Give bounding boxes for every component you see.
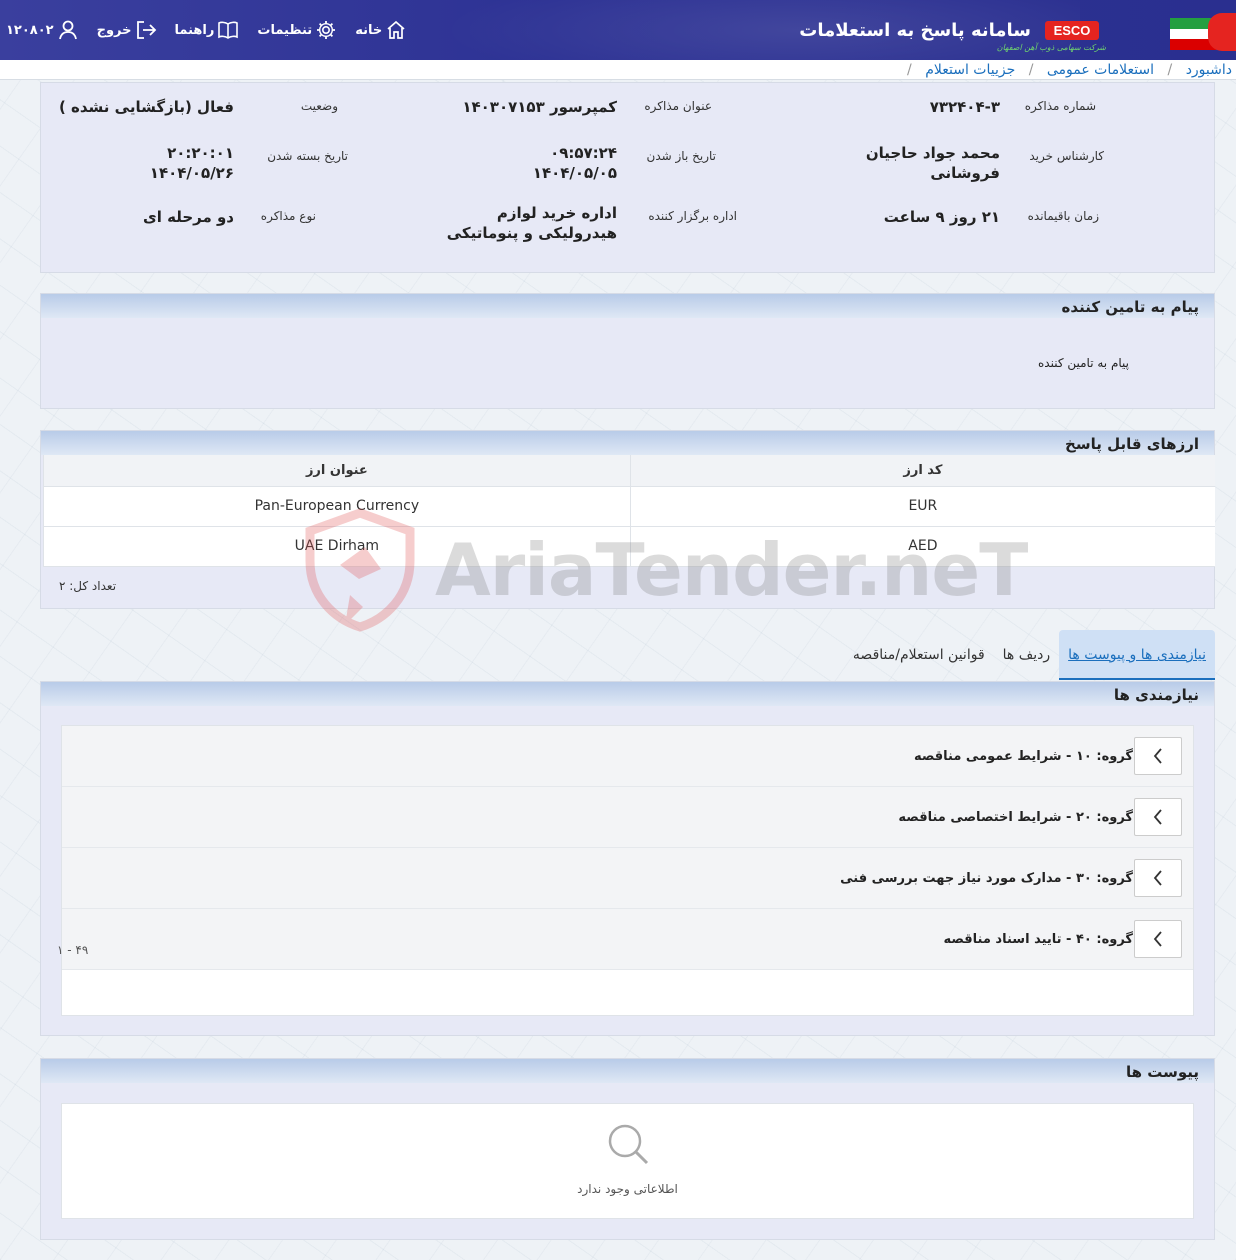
column-currency-code[interactable]: کد ارز xyxy=(629,455,1215,487)
negotiation-type-label: نوع مذاکره xyxy=(260,209,316,223)
currency-panel: ارزهای قابل پاسخ عنوان ارز کد ارز Pan-Eu… xyxy=(40,430,1215,609)
status-value: فعال (بازگشایی نشده ) xyxy=(58,98,234,116)
supplier-message-label: پیام به تامین کننده xyxy=(1038,356,1129,370)
guide-link[interactable]: راهنما xyxy=(175,20,240,40)
currency-panel-title: ارزهای قابل پاسخ xyxy=(41,431,1214,455)
currency-code-cell: EUR xyxy=(629,486,1215,527)
breadcrumb-inquiry-details[interactable]: جزییات استعلام xyxy=(925,62,1015,78)
group-title: گروه: ۱۰ - شرایط عمومی مناقصه xyxy=(913,749,1133,764)
logout-link[interactable]: خروج xyxy=(97,20,157,40)
supplier-message-title: پیام به تامین کننده xyxy=(41,294,1214,318)
breadcrumb-separator: / xyxy=(1167,62,1173,78)
organizer-value-line2: هیدرولیکی و پنوماتیکی xyxy=(446,224,617,242)
breadcrumb-dashboard[interactable]: داشبورد xyxy=(1186,62,1232,78)
open-date-date: ۱۴۰۴/۰۵/۰۵ xyxy=(532,164,617,182)
attachments-list: اطلاعاتی وجود ندارد xyxy=(61,1103,1194,1219)
column-currency-name[interactable]: عنوان ارز xyxy=(43,455,631,487)
purchase-expert-label: کارشناس خرید xyxy=(1029,149,1104,163)
status-label: وضعیت xyxy=(300,99,338,113)
remaining-time-label: زمان باقیمانده xyxy=(1027,209,1099,223)
currency-table: عنوان ارز کد ارز Pan-European Currency E… xyxy=(43,455,1215,567)
settings-label: تنظیمات xyxy=(257,22,313,38)
detail-tabs: نیازمندی ها و پیوست ها ردیف ها قوانین اس… xyxy=(844,630,1215,680)
expand-group-button[interactable] xyxy=(1134,859,1182,897)
chevron-left-icon xyxy=(1153,809,1162,825)
company-name: شرکت سهامی ذوب آهن اصفهان xyxy=(996,43,1106,52)
user-icon xyxy=(58,20,77,40)
breadcrumb-public-inquiries[interactable]: استعلامات عمومی xyxy=(1047,62,1154,78)
tab-rows[interactable]: ردیف ها xyxy=(994,630,1059,680)
search-icon xyxy=(608,1124,649,1165)
expand-group-button[interactable] xyxy=(1134,920,1182,958)
top-bar: ۱۲۰۸۰۲ خروج راهنما تنظیمات خانه سامانه پ… xyxy=(0,0,1236,60)
open-date-time: ۰۹:۵۷:۲۴ xyxy=(550,144,617,162)
supplier-message-panel: پیام به تامین کننده پیام به تامین کننده xyxy=(40,293,1215,409)
app-title: سامانه پاسخ به استعلامات xyxy=(799,20,1031,41)
group-title: گروه: ۳۰ - مدارک مورد نیاز جهت بررسی فنی xyxy=(840,871,1133,886)
group-title: گروه: ۴۰ - تایید اسناد مناقصه xyxy=(943,932,1133,947)
close-date-date: ۱۴۰۴/۰۵/۲۶ xyxy=(149,164,234,182)
group-title: گروه: ۲۰ - شرایط اختصاصی مناقصه xyxy=(898,810,1133,825)
negotiation-type-value: دو مرحله ای xyxy=(142,208,234,226)
negotiation-title-value: کمپرسور ۱۴۰۳۰۷۱۵۳ xyxy=(462,98,617,116)
table-row[interactable]: UAE Dirham AED xyxy=(43,526,1215,567)
currency-code-cell: AED xyxy=(629,526,1215,567)
home-icon xyxy=(387,20,405,39)
user-id: ۱۲۰۸۰۲ xyxy=(6,22,54,38)
breadcrumb-separator: / xyxy=(1028,62,1034,78)
close-date-time: ۲۰:۲۰:۰۱ xyxy=(167,144,234,162)
list-item[interactable]: گروه: ۱۰ - شرایط عمومی مناقصه xyxy=(62,726,1193,787)
negotiation-number-value: ۷۳۲۴۰۴-۳ xyxy=(929,98,1000,116)
logout-icon xyxy=(136,21,156,39)
paging-info: ۱ - ۴۹ xyxy=(57,943,89,957)
remaining-time-value: ۲۱ روز ۹ ساعت xyxy=(883,208,1000,226)
logout-label: خروج xyxy=(96,22,132,38)
requirements-panel: نیازمندی ها گروه: ۱۰ - شرایط عمومی مناقص… xyxy=(40,681,1215,1036)
chevron-left-icon xyxy=(1153,931,1162,947)
top-nav: ۱۲۰۸۰۲ خروج راهنما تنظیمات خانه xyxy=(0,0,407,60)
esco-logo: ESCO xyxy=(1045,21,1099,40)
home-label: خانه xyxy=(355,22,383,38)
list-item[interactable]: گروه: ۳۰ - مدارک مورد نیاز جهت بررسی فنی xyxy=(62,848,1193,909)
tab-requirements-attachments[interactable]: نیازمندی ها و پیوست ها xyxy=(1059,630,1215,680)
chevron-left-icon xyxy=(1153,748,1162,764)
organizer-label: اداره برگزار کننده xyxy=(648,209,737,223)
guide-label: راهنما xyxy=(174,22,215,38)
book-icon xyxy=(218,21,239,39)
gear-icon xyxy=(317,21,336,39)
purchase-expert-value-line1: محمد جواد حاجیان xyxy=(865,144,1000,162)
organizer-value-line1: اداره خرید لوازم xyxy=(496,204,617,222)
negotiation-number-label: شماره مذاکره xyxy=(1024,99,1096,113)
currency-total-count: تعداد کل: ۲ xyxy=(59,579,117,593)
table-row[interactable]: Pan-European Currency EUR xyxy=(43,486,1215,527)
attachments-panel-title: پیوست ها xyxy=(41,1059,1214,1083)
requirements-panel-title: نیازمندی ها xyxy=(41,682,1214,706)
requirements-list: گروه: ۱۰ - شرایط عمومی مناقصه گروه: ۲۰ -… xyxy=(61,725,1194,1016)
breadcrumb-separator: / xyxy=(907,62,912,78)
tab-inquiry-rules[interactable]: قوانین استعلام/مناقصه xyxy=(844,630,994,680)
company-logo-icon xyxy=(1208,13,1236,51)
purchase-expert-value-line2: فروشانی xyxy=(930,164,1000,182)
chevron-left-icon xyxy=(1153,870,1162,886)
list-item[interactable]: گروه: ۲۰ - شرایط اختصاصی مناقصه xyxy=(62,787,1193,848)
currency-name-cell: UAE Dirham xyxy=(43,526,631,567)
expand-group-button[interactable] xyxy=(1134,798,1182,836)
expand-group-button[interactable] xyxy=(1134,737,1182,775)
inquiry-details-panel: شماره مذاکره ۷۳۲۴۰۴-۳ عنوان مذاکره کمپرس… xyxy=(40,82,1215,273)
settings-link[interactable]: تنظیمات xyxy=(257,19,337,41)
breadcrumb: داشبورد / استعلامات عمومی / جزییات استعل… xyxy=(0,60,1236,80)
attachments-panel: پیوست ها اطلاعاتی وجود ندارد xyxy=(40,1058,1215,1240)
empty-state-text: اطلاعاتی وجود ندارد xyxy=(577,1182,678,1196)
open-date-label: تاریخ باز شدن xyxy=(646,149,716,163)
close-date-label: تاریخ بسته شدن xyxy=(267,149,348,163)
negotiation-title-label: عنوان مذاکره xyxy=(644,99,712,113)
user-menu[interactable]: ۱۲۰۸۰۲ xyxy=(6,19,79,41)
currency-name-cell: Pan-European Currency xyxy=(43,486,631,527)
home-link[interactable]: خانه xyxy=(355,19,407,41)
list-item[interactable]: گروه: ۴۰ - تایید اسناد مناقصه xyxy=(62,909,1193,970)
currency-table-header: عنوان ارز کد ارز xyxy=(43,455,1215,487)
